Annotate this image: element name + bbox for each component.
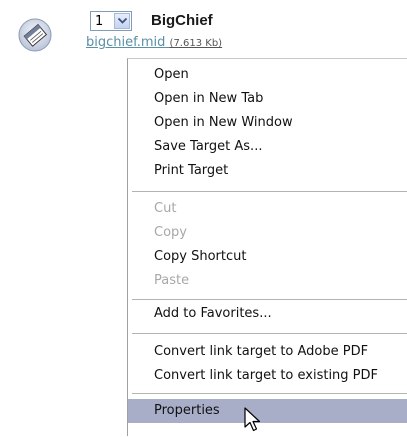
file-size: (7.613 Kb) bbox=[169, 38, 223, 49]
menu-separator bbox=[132, 393, 407, 394]
file-name[interactable]: bigchief.mid bbox=[86, 35, 165, 50]
menu-separator bbox=[132, 333, 407, 334]
menu-item-add-to-favorites[interactable]: Add to Favorites... bbox=[128, 302, 407, 326]
page: 1 BigChief bigchief.mid (7.613 Kb) Open … bbox=[0, 0, 407, 437]
track-number-select[interactable]: 1 bbox=[90, 11, 132, 31]
menu-item-open-new-window[interactable]: Open in New Window bbox=[128, 111, 407, 135]
midi-file-icon[interactable] bbox=[18, 18, 52, 52]
menu-item-copy-shortcut[interactable]: Copy Shortcut bbox=[128, 245, 407, 269]
menu-item-paste: Paste bbox=[154, 273, 190, 288]
mouse-cursor-icon bbox=[244, 407, 261, 432]
menu-item-open-new-tab[interactable]: Open in New Tab bbox=[128, 87, 407, 111]
select-value: 1 bbox=[95, 13, 104, 29]
file-link[interactable]: bigchief.mid (7.613 Kb) bbox=[86, 35, 222, 50]
context-menu: Open Open in New Tab Open in New Window … bbox=[127, 58, 407, 436]
menu-item-print-target[interactable]: Print Target bbox=[128, 159, 407, 183]
song-title: BigChief bbox=[151, 12, 213, 29]
menu-item-open[interactable]: Open bbox=[128, 63, 407, 87]
menu-item-convert-existing-pdf[interactable]: Convert link target to existing PDF bbox=[128, 364, 407, 388]
chevron-down-icon[interactable] bbox=[114, 13, 130, 29]
menu-separator bbox=[132, 299, 407, 300]
menu-item-convert-adobe-pdf[interactable]: Convert link target to Adobe PDF bbox=[128, 340, 407, 364]
menu-item-cut: Cut bbox=[154, 201, 177, 216]
menu-item-save-target-as[interactable]: Save Target As... bbox=[128, 135, 407, 159]
menu-item-copy: Copy bbox=[154, 225, 187, 240]
menu-separator bbox=[132, 191, 407, 192]
menu-item-properties[interactable]: Properties bbox=[128, 399, 407, 423]
